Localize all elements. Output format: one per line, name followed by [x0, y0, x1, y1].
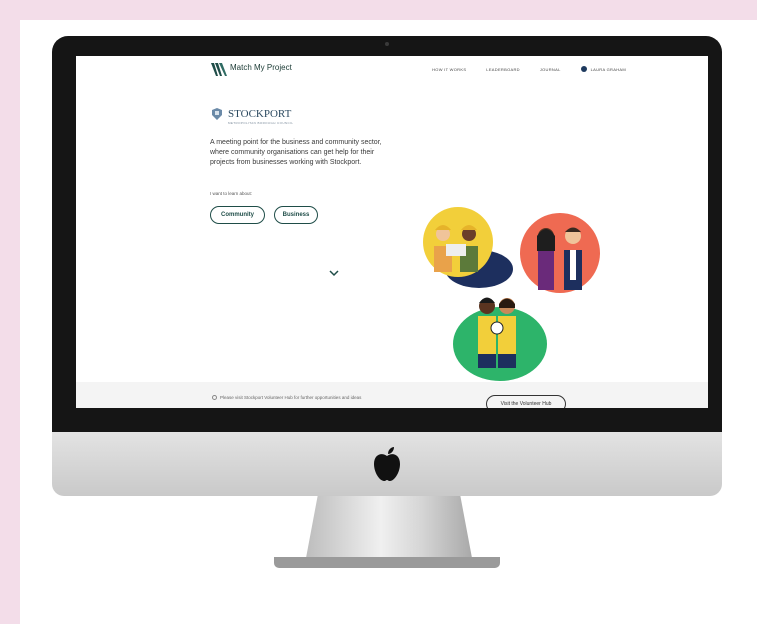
community-button[interactable]: Community: [210, 206, 265, 224]
brand-name[interactable]: Match My Project: [230, 63, 292, 72]
crest-icon: [212, 108, 222, 120]
imac-chin: [52, 432, 722, 496]
footer-bar: Please visit Stockport Volunteer Hub for…: [76, 382, 708, 408]
screen: Match My Project HOW IT WORKS LEADERBOAR…: [76, 56, 708, 408]
apple-logo-icon: [374, 447, 400, 481]
notice-text: Please visit Stockport Volunteer Hub for…: [220, 395, 362, 400]
council-name: STOCKPORT: [228, 108, 292, 120]
nav-links: HOW IT WORKS LEADERBOARD JOURNAL LAURA G…: [432, 66, 626, 72]
imac-stand-base: [274, 557, 500, 568]
council-subtitle: METROPOLITAN BOROUGH COUNCIL: [228, 121, 294, 125]
page-background-left: [0, 0, 20, 624]
user-name: LAURA GRAHAM: [590, 66, 626, 72]
visit-volunteer-hub-button[interactable]: Visit the Volunteer Hub: [486, 395, 566, 408]
nav-leaderboard[interactable]: LEADERBOARD: [486, 67, 520, 72]
nav-how-it-works[interactable]: HOW IT WORKS: [432, 67, 466, 72]
camera: [385, 42, 389, 46]
intro-text: A meeting point for the business and com…: [210, 139, 382, 166]
user-menu[interactable]: LAURA GRAHAM: [580, 66, 626, 72]
user-icon: [580, 66, 587, 72]
learn-label: I want to learn about:: [210, 191, 253, 196]
business-button[interactable]: Business: [274, 206, 318, 224]
logo-icon[interactable]: [210, 60, 228, 78]
volunteer-notice: Please visit Stockport Volunteer Hub for…: [212, 395, 361, 400]
info-icon: [212, 395, 217, 400]
hero-illustration: [423, 207, 600, 381]
nav-journal[interactable]: JOURNAL: [540, 67, 561, 72]
imac-stand: [306, 496, 472, 558]
council-logo: STOCKPORT: [210, 108, 291, 120]
page-background-top: [0, 0, 757, 20]
chevron-down-icon[interactable]: [328, 269, 340, 277]
top-navigation: Match My Project HOW IT WORKS LEADERBOAR…: [76, 56, 708, 88]
